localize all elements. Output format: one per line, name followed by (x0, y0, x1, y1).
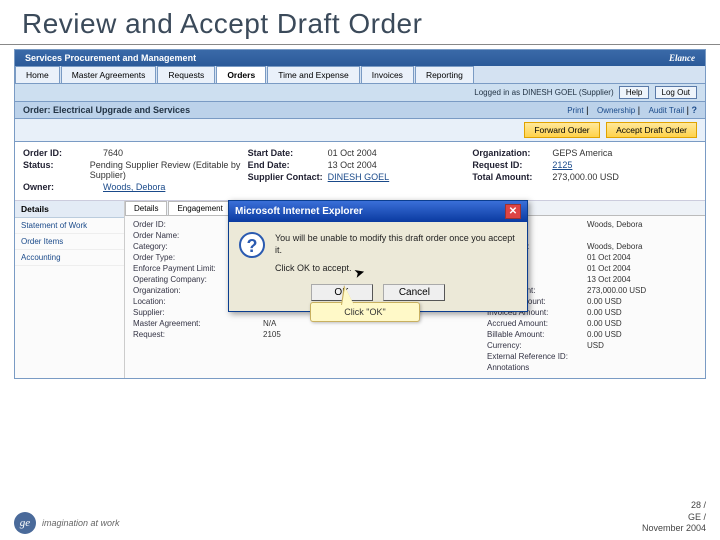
detail-value (263, 341, 487, 350)
dialog-title: Microsoft Internet Explorer (235, 206, 363, 217)
tab-orders[interactable]: Orders (216, 66, 266, 83)
user-bar: Logged in as DINESH GOEL (Supplier) Help… (15, 84, 705, 102)
help-button[interactable]: Help (619, 86, 649, 99)
subtab-details[interactable]: Details (125, 201, 167, 215)
detail-value (263, 363, 487, 372)
logged-in-text: Logged in as DINESH GOEL (Supplier) (474, 88, 613, 97)
sidebar-item-order-items[interactable]: Order Items (15, 234, 124, 250)
total-amount-label: Total Amount: (472, 172, 552, 182)
detail-label: Master Agreement: (133, 319, 263, 328)
slide-title: Review and Accept Draft Order (0, 0, 720, 45)
dialog-cancel-button[interactable]: Cancel (383, 284, 445, 301)
tab-master-agreements[interactable]: Master Agreements (61, 66, 157, 83)
audit-trail-link[interactable]: Audit Trail (649, 106, 685, 115)
detail-row: Annotations (133, 363, 697, 372)
order-id-value: 7640 (103, 148, 123, 158)
app-title: Services Procurement and Management (25, 53, 196, 63)
start-date-value: 01 Oct 2004 (328, 148, 377, 158)
order-title: Order: Electrical Upgrade and Services (23, 105, 190, 115)
dialog-message: You will be unable to modify this draft … (275, 232, 517, 274)
confirm-dialog: Microsoft Internet Explorer ✕ ? You will… (228, 200, 528, 312)
forward-order-button[interactable]: Forward Order (524, 122, 599, 138)
question-icon: ? (239, 232, 265, 258)
tab-requests[interactable]: Requests (157, 66, 215, 83)
sidebar-item-sow[interactable]: Statement of Work (15, 218, 124, 234)
detail-value-right: Woods, Debora (587, 242, 697, 251)
detail-row: Request:2105Billable Amount:0.00 USD (133, 330, 697, 339)
order-header: Order: Electrical Upgrade and Services P… (15, 102, 705, 119)
ownership-link[interactable]: Ownership (597, 106, 635, 115)
total-amount-value: 273,000.00 USD (552, 172, 619, 182)
detail-label-right: Currency: (487, 341, 587, 350)
instruction-callout: Click "OK" (310, 302, 420, 322)
status-value: Pending Supplier Review (Editable by Sup… (90, 160, 248, 180)
supplier-contact-value[interactable]: DINESH GOEL (328, 172, 390, 182)
tab-home[interactable]: Home (15, 66, 60, 83)
detail-value-right: 01 Oct 2004 (587, 264, 697, 273)
organization-label: Organization: (472, 148, 552, 158)
brand-logo: Elance (669, 53, 695, 63)
detail-value-right: 273,000.00 USD (587, 286, 697, 295)
help-icon[interactable]: ? (692, 105, 698, 115)
dialog-titlebar: Microsoft Internet Explorer ✕ (229, 201, 527, 222)
detail-label (133, 352, 263, 361)
detail-value-right: Woods, Debora (587, 220, 697, 229)
detail-value: 2105 (263, 330, 487, 339)
slide-footer: ge imagination at work 28 / GE / Novembe… (14, 500, 706, 534)
detail-label: Request: (133, 330, 263, 339)
detail-label (133, 341, 263, 350)
detail-label-right: Accrued Amount: (487, 319, 587, 328)
tab-invoices[interactable]: Invoices (361, 66, 414, 83)
side-nav: Details Statement of Work Order Items Ac… (15, 201, 125, 378)
company-name: GE / (642, 512, 706, 523)
owner-label: Owner: (23, 182, 103, 192)
detail-value-right (587, 363, 697, 372)
end-date-label: End Date: (248, 160, 328, 170)
action-button-row: Forward Order Accept Draft Order (15, 119, 705, 142)
ge-logo-icon: ge (14, 512, 36, 534)
detail-value-right (587, 352, 697, 361)
tab-time-expense[interactable]: Time and Expense (267, 66, 360, 83)
app-header: Services Procurement and Management Elan… (15, 50, 705, 66)
supplier-contact-label: Supplier Contact: (248, 172, 328, 182)
detail-label-right: Billable Amount: (487, 330, 587, 339)
detail-label-right: Annotations (487, 363, 587, 372)
sidebar-item-accounting[interactable]: Accounting (15, 250, 124, 266)
detail-row: Currency:USD (133, 341, 697, 350)
order-summary: Order ID:7640 Status:Pending Supplier Re… (15, 142, 705, 201)
dialog-line2: Click OK to accept. (275, 262, 517, 274)
request-id-value[interactable]: 2125 (552, 160, 572, 170)
footer-date: November 2004 (642, 523, 706, 534)
detail-value (263, 352, 487, 361)
detail-value-right: 0.00 USD (587, 308, 697, 317)
side-nav-heading: Details (15, 201, 124, 218)
ge-tagline: imagination at work (42, 518, 120, 528)
detail-value-right: 13 Oct 2004 (587, 275, 697, 284)
status-label: Status: (23, 160, 90, 180)
tab-reporting[interactable]: Reporting (415, 66, 474, 83)
dialog-close-button[interactable]: ✕ (505, 204, 521, 219)
order-id-label: Order ID: (23, 148, 103, 158)
main-tabs: Home Master Agreements Requests Orders T… (15, 66, 705, 84)
detail-value-right: USD (587, 341, 697, 350)
detail-value-right: 0.00 USD (587, 297, 697, 306)
accept-draft-order-button[interactable]: Accept Draft Order (606, 122, 697, 138)
detail-row: External Reference ID: (133, 352, 697, 361)
owner-value[interactable]: Woods, Debora (103, 182, 165, 192)
detail-value-right: 01 Oct 2004 (587, 253, 697, 262)
subtab-engagement[interactable]: Engagement (168, 201, 231, 215)
detail-value-right: 0.00 USD (587, 330, 697, 339)
dialog-line1: You will be unable to modify this draft … (275, 232, 517, 256)
detail-label (133, 363, 263, 372)
request-id-label: Request ID: (472, 160, 552, 170)
logout-button[interactable]: Log Out (655, 86, 697, 99)
print-link[interactable]: Print (567, 106, 583, 115)
start-date-label: Start Date: (248, 148, 328, 158)
page-number: 28 / (642, 500, 706, 511)
detail-value-right: 0.00 USD (587, 319, 697, 328)
organization-value: GEPS America (552, 148, 612, 158)
end-date-value: 13 Oct 2004 (328, 160, 377, 170)
detail-value-right (587, 231, 697, 240)
detail-label-right: External Reference ID: (487, 352, 587, 361)
